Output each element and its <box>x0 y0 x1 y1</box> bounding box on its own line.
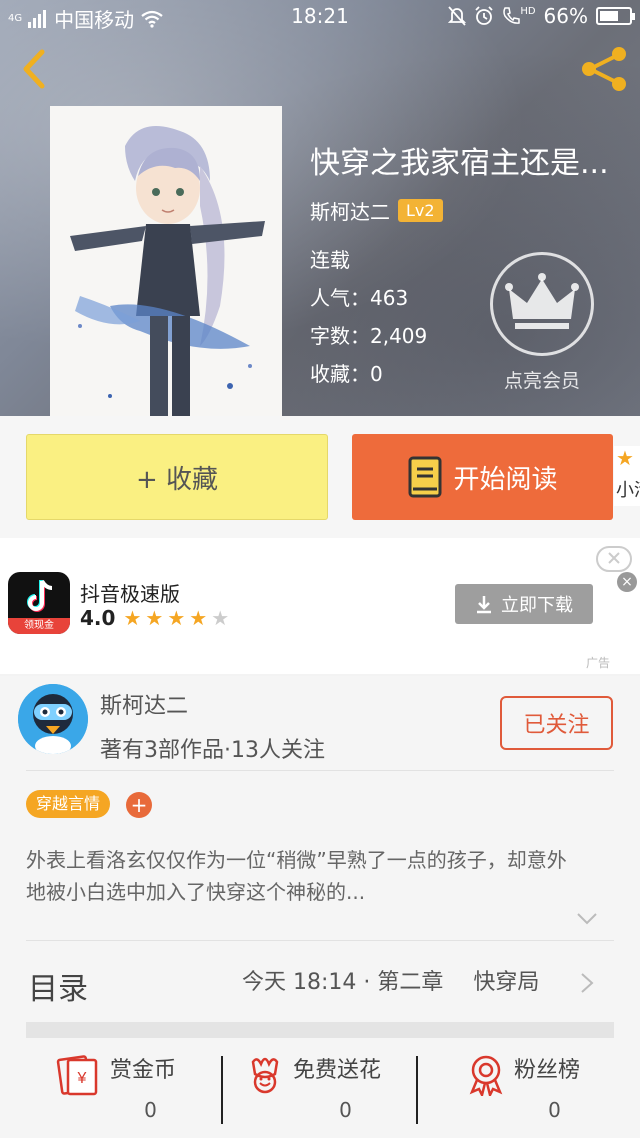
word-count-value: 2,409 <box>370 324 428 348</box>
book-cover[interactable] <box>50 106 282 416</box>
word-count-stat: 字数：2,409 <box>310 320 427 349</box>
collect-button[interactable]: + 收藏 <box>26 434 328 520</box>
mute-bell-icon <box>448 6 467 26</box>
serial-status: 连载 <box>310 248 350 272</box>
book-header: 4G 中国移动 18:21 HD 66% 快穿之我家宿主还是... 斯柯达二 L… <box>0 0 640 416</box>
ad-banner[interactable]: × 领现金 抖音极速版 4.0 ★ ★ ★ ★ ★ 立即下载 广告 <box>0 538 640 674</box>
battery-percent: 66% <box>543 4 588 28</box>
reward-coins[interactable]: ¥ 赏金币 0 <box>0 1052 213 1138</box>
ad-download-button[interactable]: 立即下载 <box>455 584 593 624</box>
reward-coins-label: 赏金币 <box>110 1058 177 1083</box>
genre-tag[interactable]: 穿越言情 <box>26 790 111 818</box>
fan-ranking-label: 粉丝榜 <box>514 1058 581 1083</box>
hd-label: HD <box>520 6 536 17</box>
start-reading-label: 开始阅读 <box>453 464 558 495</box>
chevron-right-icon[interactable] <box>580 972 594 994</box>
favorites-label: 收藏： <box>310 362 370 386</box>
ad-download-label: 立即下载 <box>501 595 573 616</box>
reader-actions: ¥ 赏金币 0 免费送花 0 粉丝榜 0 <box>0 1052 640 1138</box>
popularity-label: 人气： <box>310 286 370 310</box>
star-empty-icon: ★ <box>211 606 230 630</box>
download-icon <box>477 596 491 614</box>
popularity-stat: 人气：463 <box>310 282 408 311</box>
latest-chapter[interactable]: 今天 18:14 · 第二章 快穿局 <box>242 964 539 996</box>
side-panel-text: 小清 <box>616 480 640 501</box>
separator-bar <box>26 1022 614 1038</box>
back-arrow-icon[interactable] <box>14 44 54 94</box>
svg-text:¥: ¥ <box>77 1070 87 1087</box>
flower-icon <box>251 1057 279 1094</box>
cover-illustration <box>50 106 282 416</box>
action-bar: + 收藏 开始阅读 ★ 小清 <box>0 416 640 538</box>
medal-icon <box>469 1055 503 1096</box>
star-icon: ★ <box>167 606 186 630</box>
level-badge: Lv2 <box>398 199 443 222</box>
book-detail-section: 斯柯达二 著有3部作品·13人关注 已关注 穿越言情 + 外表上看洛玄仅仅作为一… <box>0 676 640 1138</box>
ad-rating: 4.0 ★ ★ ★ ★ ★ <box>80 606 229 630</box>
start-reading-button[interactable]: 开始阅读 <box>352 434 613 520</box>
vip-label[interactable]: 点亮会员 <box>490 366 594 393</box>
ad-app-badge: 领现金 <box>8 618 70 634</box>
side-panel-peek[interactable]: ★ 小清 <box>614 446 640 506</box>
favorites-stat: 收藏：0 <box>310 358 383 387</box>
word-count-label: 字数： <box>310 324 370 348</box>
share-icon[interactable] <box>576 44 632 94</box>
divider <box>26 770 614 771</box>
alarm-icon <box>475 6 493 25</box>
author-name[interactable]: 斯柯达二 <box>100 688 188 720</box>
fan-ranking-value: 0 <box>548 1098 561 1122</box>
star-icon: ★ <box>145 606 164 630</box>
book-title: 快穿之我家宿主还是... <box>310 146 609 181</box>
favorites-value: 0 <box>370 362 383 386</box>
free-flowers-label: 免费送花 <box>293 1058 382 1083</box>
star-icon: ★ <box>123 606 142 630</box>
app-icon[interactable]: 领现金 <box>8 572 70 634</box>
status-bar: 4G 中国移动 18:21 HD 66% <box>0 0 640 34</box>
ad-close-toggle[interactable] <box>596 546 632 572</box>
free-flowers-value: 0 <box>339 1098 352 1122</box>
author-summary: 著有3部作品·13人关注 <box>100 738 325 763</box>
chevron-down-icon[interactable] <box>576 912 598 926</box>
ad-app-name[interactable]: 抖音极速版 <box>80 578 180 607</box>
star-icon: ★ <box>189 606 208 630</box>
crown-icon <box>505 273 579 329</box>
ad-rating-value: 4.0 <box>80 606 116 630</box>
divider <box>416 1056 418 1124</box>
popularity-value: 463 <box>370 286 409 310</box>
star-icon: ★ <box>616 446 634 470</box>
ad-dismiss-icon[interactable]: × <box>617 572 637 592</box>
latest-chapter-title: 快穿局 <box>473 970 540 995</box>
author-name[interactable]: 斯柯达二 <box>310 196 390 225</box>
fan-ranking[interactable]: 粉丝榜 0 <box>426 1052 639 1138</box>
divider <box>26 940 614 941</box>
free-flowers[interactable]: 免费送花 0 <box>213 1052 426 1138</box>
avatar-image <box>18 684 88 754</box>
music-note-icon <box>27 579 53 612</box>
follow-button[interactable]: 已关注 <box>500 696 613 750</box>
reward-coins-value: 0 <box>144 1098 157 1122</box>
call-icon <box>503 7 521 24</box>
red-envelope-icon: ¥ <box>56 1055 98 1096</box>
ad-tag: 广告 <box>586 656 611 670</box>
battery-icon <box>596 7 635 25</box>
book-description[interactable]: 外表上看洛玄仅仅作为一位“稍微”早熟了一点的孩子，却意外地被小白选中加入了快穿这… <box>26 844 586 908</box>
toc-label[interactable]: 目录 <box>28 964 88 1008</box>
avatar[interactable] <box>18 684 88 754</box>
vip-button[interactable] <box>490 252 594 356</box>
latest-chapter-time: 今天 18:14 · 第二章 <box>242 970 444 995</box>
author-row[interactable]: 斯柯达二 Lv2 <box>310 196 443 225</box>
add-tag-button[interactable]: + <box>126 792 152 818</box>
close-icon <box>608 552 620 564</box>
book-icon <box>408 456 442 498</box>
